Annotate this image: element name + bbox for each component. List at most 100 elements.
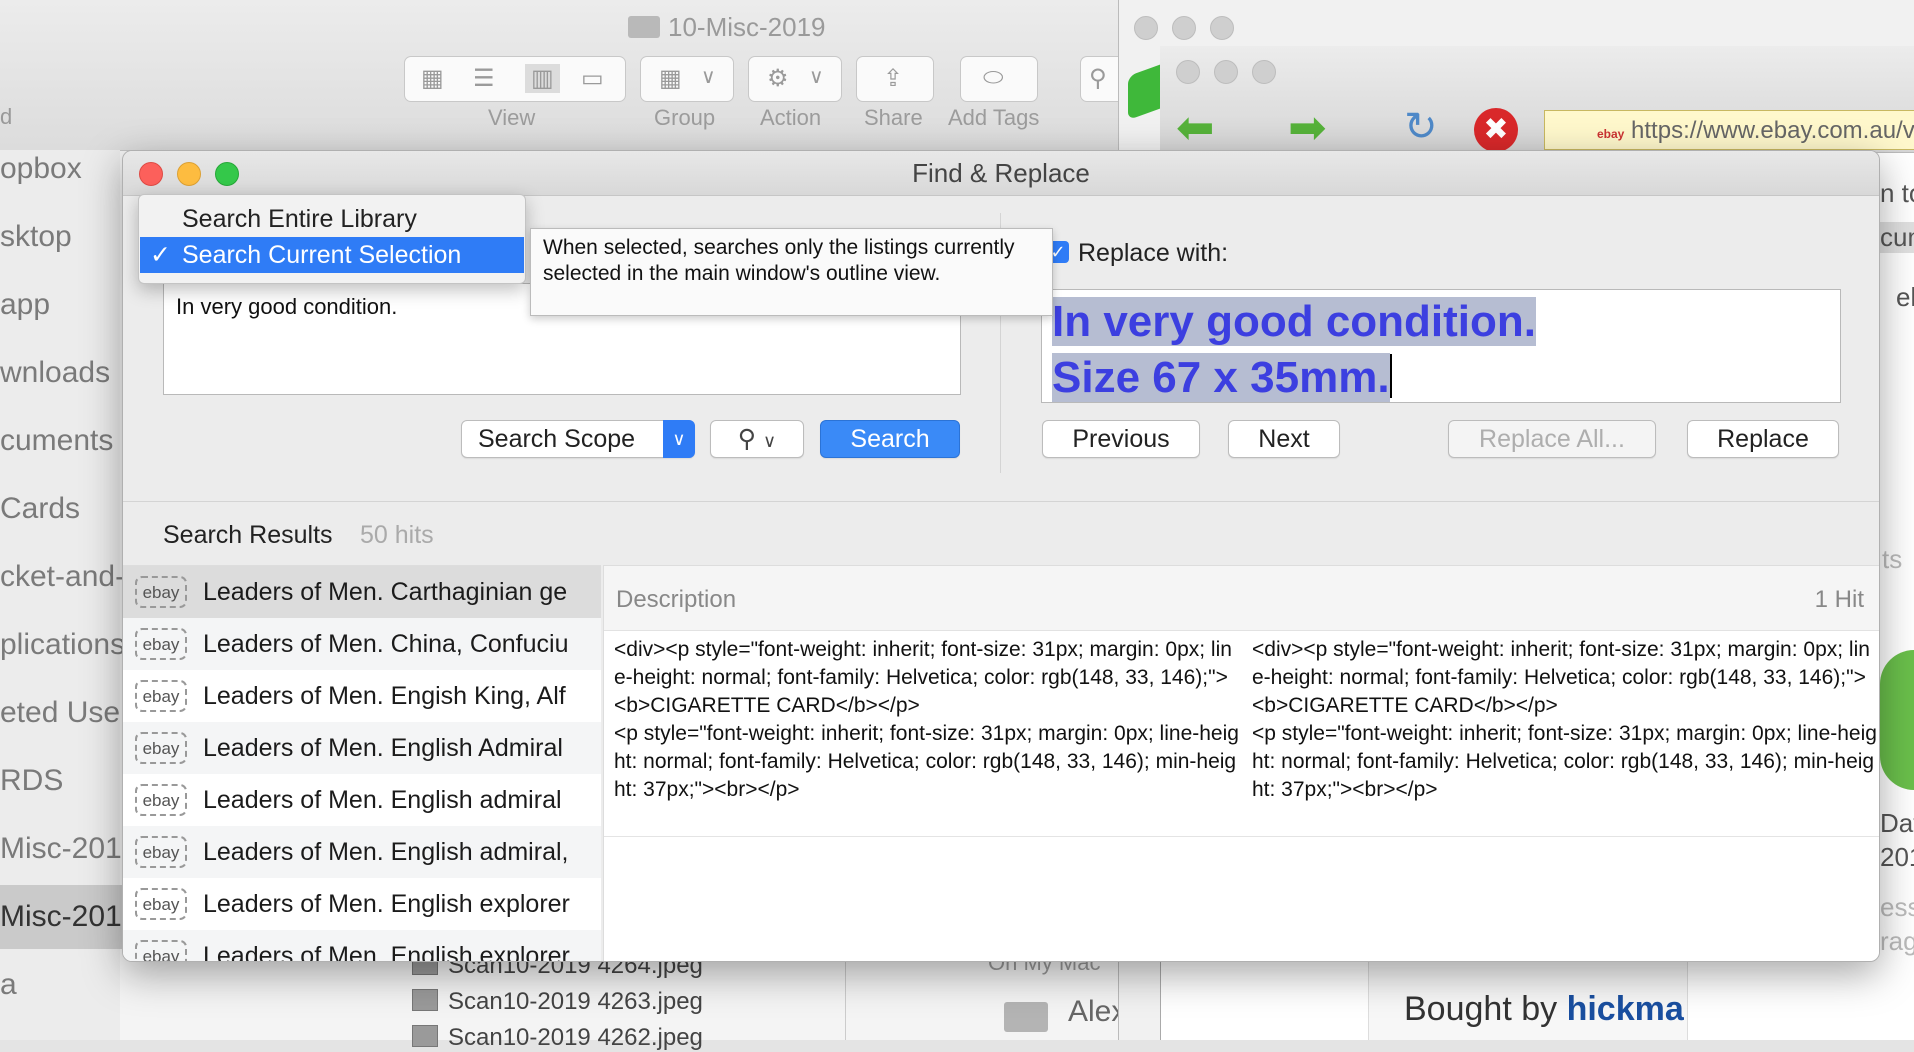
window-close-button[interactable] bbox=[139, 162, 163, 186]
group-grid-icon: ▦ bbox=[659, 65, 682, 92]
sidebar-item-documents[interactable]: cuments bbox=[0, 424, 113, 458]
share-button[interactable]: ⇪ bbox=[856, 56, 934, 102]
result-row[interactable]: ebay Leaders of Men. Engish King, Alf bbox=[123, 670, 601, 722]
ebay-badge-icon: ebay bbox=[135, 680, 187, 712]
list-view-icon[interactable]: ☰ bbox=[473, 64, 495, 93]
sidebar-item-misc-2019-selected[interactable]: Misc-201 bbox=[0, 900, 122, 934]
finder-title-text: 10-Misc-2019 bbox=[668, 12, 826, 42]
sidebar-item-app[interactable]: app bbox=[0, 288, 50, 322]
sidebar-item-applications[interactable]: plications bbox=[0, 628, 125, 662]
share-icon: ⇪ bbox=[883, 65, 904, 92]
ebay-badge-icon: ebay bbox=[135, 784, 187, 816]
next-button[interactable]: Next bbox=[1228, 420, 1340, 458]
search-scope-label: Search Scope bbox=[478, 425, 636, 453]
group-button[interactable]: ▦ ∨ bbox=[640, 56, 734, 102]
sidebar-item-desktop[interactable]: sktop bbox=[0, 220, 72, 254]
sidebar-item-cards-folder[interactable]: RDS bbox=[0, 764, 63, 798]
result-row[interactable]: ebay Leaders of Men. English admiral, bbox=[123, 826, 601, 878]
window-zoom-button[interactable] bbox=[215, 162, 239, 186]
result-row[interactable]: ebay Leaders of Men. English admiral bbox=[123, 774, 601, 826]
result-title: Leaders of Men. Engish King, Alf bbox=[203, 682, 566, 710]
folder-icon bbox=[628, 16, 660, 38]
address-bar[interactable]: ebay https://www.ebay.com.au/vod/ bbox=[1544, 110, 1914, 150]
find-text-value: In very good condition. bbox=[176, 294, 398, 319]
column-divider bbox=[845, 960, 846, 1040]
page-fragment-text: cum bbox=[1880, 222, 1914, 253]
window-minimize-button[interactable] bbox=[177, 162, 201, 186]
window-zoom-button[interactable] bbox=[1252, 60, 1276, 84]
ebay-badge-icon: ebay bbox=[135, 576, 187, 608]
share-label: Share bbox=[864, 105, 923, 130]
sidebar-item-downloads[interactable]: wnloads bbox=[0, 356, 110, 390]
menu-item-search-entire-library[interactable]: Search Entire Library bbox=[140, 201, 524, 237]
search-options-button[interactable]: ⚲ ∨ bbox=[710, 420, 804, 458]
window-minimize-button[interactable] bbox=[1214, 60, 1238, 84]
detail-field-label: Description bbox=[616, 586, 737, 613]
page-fragment-text: 2016 bbox=[1880, 842, 1914, 872]
view-mode-segmented-control[interactable]: ▦ ☰ ▥ ▭ bbox=[404, 56, 626, 102]
action-button[interactable]: ⚙ ∨ bbox=[748, 56, 842, 102]
result-title: Leaders of Men. China, Confuciu bbox=[203, 630, 569, 658]
reload-icon[interactable]: ↻ bbox=[1404, 104, 1438, 150]
replaced-description-text[interactable]: <div><p style="font-weight: inherit; fon… bbox=[1252, 636, 1877, 832]
result-row[interactable]: ebay Leaders of Men. Carthaginian ge bbox=[123, 566, 601, 618]
replace-text-line: In very good condition. bbox=[1052, 297, 1536, 346]
buyer-username-link[interactable]: hickma bbox=[1567, 990, 1684, 1028]
section-divider bbox=[123, 501, 1879, 502]
ebay-badge-icon: ebay bbox=[135, 628, 187, 660]
file-name: Scan10-2019 4263.jpeg bbox=[448, 988, 703, 1015]
add-tags-button[interactable]: ⬭ bbox=[960, 56, 1038, 102]
ebay-badge-icon: ebay bbox=[135, 888, 187, 920]
back-arrow-icon[interactable]: ⬅ bbox=[1176, 100, 1215, 154]
file-name: Scan10-2019 4262.jpeg bbox=[448, 1024, 703, 1051]
gallery-view-icon[interactable]: ▭ bbox=[581, 64, 604, 93]
ebay-favicon: ebay bbox=[1597, 127, 1625, 141]
sidebar-item-cards[interactable]: Cards bbox=[0, 492, 80, 526]
window-title: Find & Replace bbox=[123, 151, 1879, 196]
file-row[interactable]: Scan10-2019 4262.jpeg bbox=[412, 1024, 703, 1052]
result-row[interactable]: ebay Leaders of Men. English Admiral bbox=[123, 722, 601, 774]
icon-view-icon[interactable]: ▦ bbox=[421, 64, 444, 93]
chevron-down-icon: ∨ bbox=[809, 66, 824, 88]
window-zoom-button[interactable] bbox=[1210, 16, 1234, 40]
page-fragment-text: ess bbox=[1880, 892, 1914, 922]
search-results-list[interactable]: ebay Leaders of Men. Carthaginian ge eba… bbox=[123, 565, 601, 961]
file-row[interactable]: Scan10-2019 4263.jpeg bbox=[412, 988, 703, 1016]
search-results-count: 50 hits bbox=[360, 521, 434, 549]
result-row[interactable]: ebay Leaders of Men. English explorer bbox=[123, 930, 601, 961]
window-close-button[interactable] bbox=[1176, 60, 1200, 84]
image-file-icon bbox=[412, 989, 438, 1011]
window-minimize-button[interactable] bbox=[1172, 16, 1196, 40]
finder-search-button[interactable]: ⚲ bbox=[1080, 56, 1121, 102]
sidebar-item-dropbox[interactable]: opbox bbox=[0, 152, 82, 186]
sidebar-item-cricket[interactable]: cket-and- bbox=[0, 560, 125, 594]
view-label: View bbox=[488, 105, 536, 130]
result-row[interactable]: ebay Leaders of Men. English explorer bbox=[123, 878, 601, 930]
menu-item-search-current-selection[interactable]: ✓ Search Current Selection bbox=[140, 237, 524, 273]
detail-divider bbox=[604, 836, 1879, 837]
search-scope-menu[interactable]: Search Entire Library ✓ Search Current S… bbox=[138, 194, 526, 284]
sidebar-item-a[interactable]: a bbox=[0, 968, 17, 1002]
replace-text-field[interactable]: In very good condition. Size 67 x 35mm. bbox=[1041, 289, 1841, 403]
sidebar-item-misc-2019[interactable]: Misc-2019 bbox=[0, 832, 138, 866]
stop-icon[interactable]: ✖ bbox=[1474, 108, 1518, 152]
search-scope-popup-button[interactable]: Search Scope ∨ bbox=[461, 420, 695, 458]
finder-title: 10-Misc-2019 bbox=[628, 12, 826, 43]
sidebar-section-fragment: d bbox=[0, 104, 13, 129]
page-fragment-text: rag bbox=[1880, 926, 1914, 956]
window-close-button[interactable] bbox=[1134, 16, 1158, 40]
search-button[interactable]: Search bbox=[820, 420, 960, 458]
replace-all-button[interactable]: Replace All... bbox=[1448, 420, 1656, 458]
chart-slice-fragment bbox=[1880, 650, 1914, 790]
original-description-text[interactable]: <div><p style="font-weight: inherit; fon… bbox=[614, 636, 1239, 832]
replace-label: Replace with: bbox=[1078, 239, 1229, 267]
result-row[interactable]: ebay Leaders of Men. China, Confuciu bbox=[123, 618, 601, 670]
chevron-down-icon: ∨ bbox=[763, 431, 777, 451]
sidebar-item-deleted-users[interactable]: eted Use bbox=[0, 696, 120, 730]
ebay-badge-icon: ebay bbox=[135, 732, 187, 764]
previous-button[interactable]: Previous bbox=[1042, 420, 1200, 458]
replace-button[interactable]: Replace bbox=[1687, 420, 1839, 458]
group-label: Group bbox=[654, 105, 716, 130]
column-view-icon[interactable]: ▥ bbox=[525, 64, 560, 93]
forward-arrow-icon[interactable]: ➡ bbox=[1288, 100, 1327, 154]
